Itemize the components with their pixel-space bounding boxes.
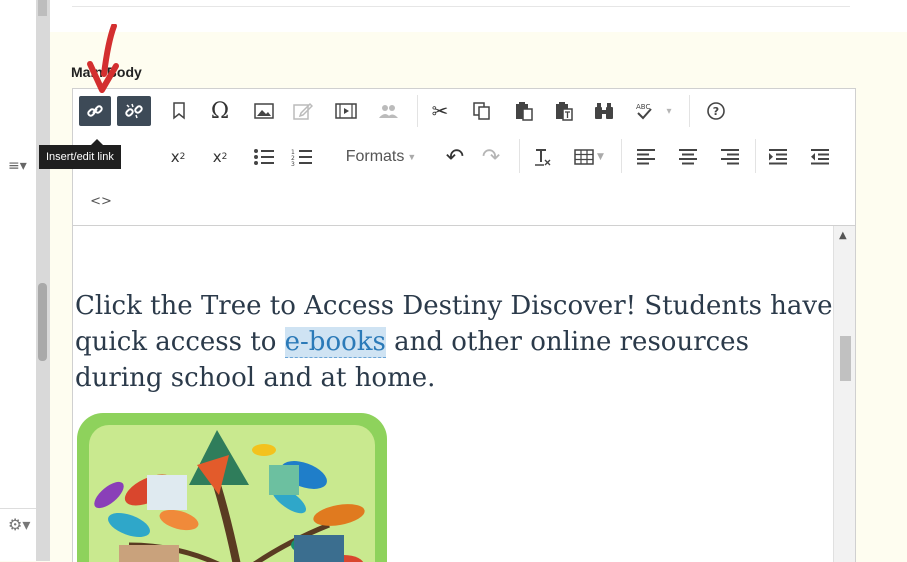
formats-dropdown[interactable]: Formats ▼ xyxy=(335,142,427,172)
top-divider xyxy=(72,6,850,7)
gear-icon[interactable]: ⚙▾ xyxy=(8,515,30,534)
paste-text-icon[interactable] xyxy=(549,96,579,126)
align-left-icon[interactable] xyxy=(631,142,661,172)
content-paragraph[interactable]: Click the Tree to Access Destiny Discove… xyxy=(75,288,833,396)
redo-icon[interactable]: ↷ xyxy=(477,142,505,172)
bullet-list-icon[interactable] xyxy=(249,142,279,172)
spellcheck-icon[interactable]: ABC xyxy=(629,96,659,126)
tree-illustration xyxy=(94,430,365,562)
left-gutter xyxy=(0,0,36,561)
indent-icon[interactable] xyxy=(763,142,793,172)
rich-text-editor: Ω ✂ ABC ▾ ? x 2 x 2 1 2 3 Formats ▼ ↶ ↷ … xyxy=(72,88,856,562)
e-books-link[interactable]: e-books xyxy=(284,327,386,358)
gutter-divider xyxy=(0,508,36,509)
special-character-icon[interactable]: Ω xyxy=(205,96,235,126)
align-right-icon[interactable] xyxy=(715,142,745,172)
clear-formatting-icon[interactable] xyxy=(527,142,557,172)
destiny-discover-tree-image[interactable] xyxy=(77,413,387,562)
formats-label: Formats xyxy=(345,148,405,165)
unlink-icon[interactable] xyxy=(117,96,151,126)
insert-media-icon[interactable] xyxy=(331,96,361,126)
content-scroll-thumb[interactable] xyxy=(840,336,851,381)
scroll-up-arrow-icon[interactable]: ▲ xyxy=(839,230,847,241)
content-scrollbar[interactable]: ▲ xyxy=(833,226,855,562)
copy-icon[interactable] xyxy=(467,96,497,126)
subscript-icon[interactable]: x2 xyxy=(207,142,233,172)
editor-toolbar: Ω ✂ ABC ▾ ? x 2 x 2 1 2 3 Formats ▼ ↶ ↷ … xyxy=(73,89,855,226)
insert-image-icon[interactable] xyxy=(249,96,279,126)
superscript-icon[interactable]: x2 xyxy=(165,142,191,172)
find-replace-icon[interactable] xyxy=(589,96,619,126)
edit-image-icon[interactable] xyxy=(288,96,318,126)
paste-icon[interactable] xyxy=(509,96,539,126)
align-center-icon[interactable] xyxy=(673,142,703,172)
red-annotation-arrow-icon xyxy=(87,24,119,93)
editor-content-area[interactable]: Click the Tree to Access Destiny Discove… xyxy=(73,226,833,562)
undo-icon[interactable]: ↶ xyxy=(441,142,469,172)
spellcheck-dropdown-icon[interactable]: ▾ xyxy=(661,96,677,126)
left-scroll-thumb[interactable] xyxy=(38,283,47,361)
menu-dropdown-icon[interactable]: ≡▾ xyxy=(8,158,27,174)
people-icon[interactable] xyxy=(373,96,403,126)
top-area xyxy=(50,0,907,32)
table-icon[interactable]: ▼ xyxy=(569,142,609,172)
cut-icon[interactable]: ✂ xyxy=(425,96,455,126)
left-scroll-rail-top xyxy=(38,0,47,16)
bookmark-icon[interactable] xyxy=(167,96,191,126)
source-code-icon[interactable]: <> xyxy=(87,186,115,216)
svg-text:?: ? xyxy=(713,105,719,118)
svg-text:ABC: ABC xyxy=(636,103,650,111)
link-icon[interactable] xyxy=(79,96,111,126)
help-icon[interactable]: ? xyxy=(701,96,731,126)
numbered-list-icon[interactable]: 123 xyxy=(287,142,317,172)
svg-text:3: 3 xyxy=(291,161,295,166)
chevron-down-icon: ▼ xyxy=(407,152,417,162)
outdent-icon[interactable] xyxy=(805,142,835,172)
left-scroll-rail[interactable] xyxy=(36,0,50,561)
insert-edit-link-tooltip: Insert/edit link xyxy=(39,139,121,169)
image-inner-panel xyxy=(89,425,375,562)
